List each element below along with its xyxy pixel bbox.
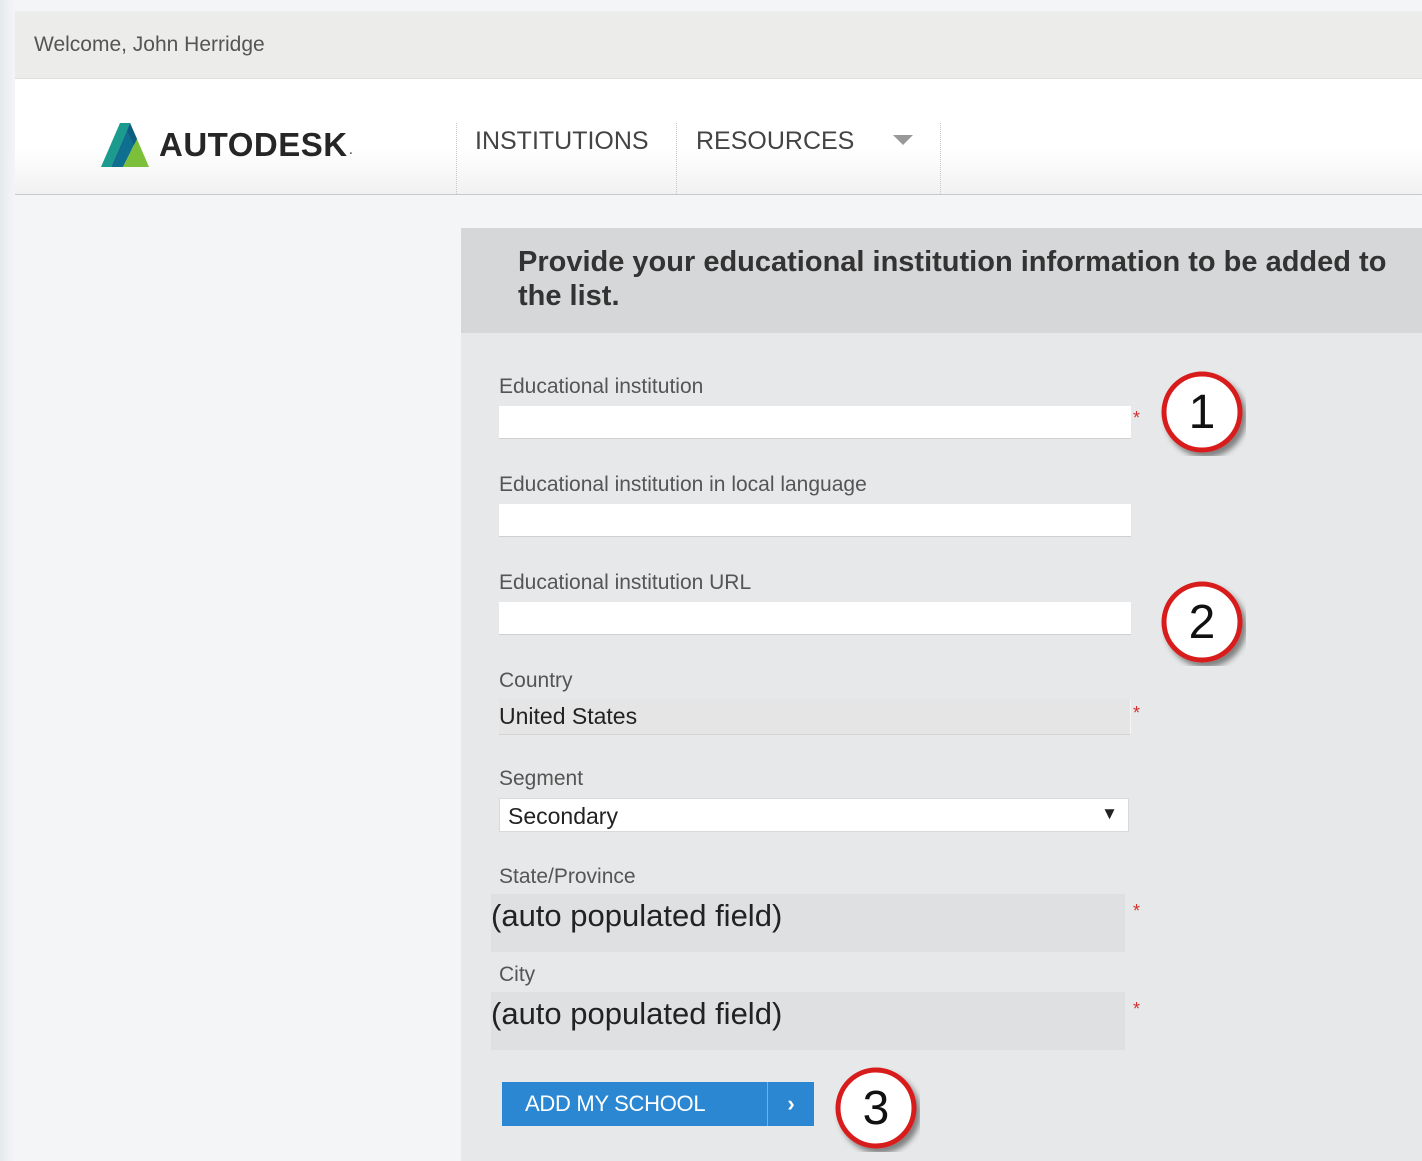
city-field: (auto populated field) bbox=[491, 992, 1125, 1050]
local-name-input[interactable] bbox=[499, 504, 1131, 537]
autodesk-logo-icon bbox=[101, 123, 149, 167]
welcome-bar: Welcome, John Herridge bbox=[15, 11, 1422, 79]
brand-name: AUTODESK bbox=[159, 126, 348, 163]
city-label: City bbox=[499, 963, 536, 986]
country-field[interactable]: United States bbox=[499, 699, 1131, 735]
local-name-label: Educational institution in local languag… bbox=[499, 473, 867, 496]
nav-separator bbox=[676, 123, 677, 194]
url-label: Educational institution URL bbox=[499, 571, 752, 594]
callout-3-number: 3 bbox=[863, 1082, 890, 1135]
country-label: Country bbox=[499, 669, 573, 692]
autodesk-logo[interactable]: AUTODESK . bbox=[101, 123, 353, 167]
required-marker: * bbox=[1133, 408, 1141, 428]
state-field: (auto populated field) bbox=[491, 894, 1125, 952]
nav-item-institutions[interactable]: INSTITUTIONS bbox=[475, 127, 649, 156]
callout-1-number: 1 bbox=[1189, 386, 1216, 439]
segment-select[interactable]: Secondary ▼ bbox=[499, 798, 1129, 832]
site-header: AUTODESK . INSTITUTIONS RESOURCES bbox=[15, 79, 1422, 195]
add-my-school-label: ADD MY SCHOOL bbox=[525, 1091, 706, 1116]
callout-2-number: 2 bbox=[1189, 596, 1216, 649]
nav-separator bbox=[940, 123, 941, 194]
form-header: Provide your educational institution inf… bbox=[461, 228, 1422, 333]
institution-label: Educational institution bbox=[499, 375, 704, 398]
welcome-text: Welcome, John Herridge bbox=[34, 33, 265, 56]
chevron-right-icon: › bbox=[787, 1091, 795, 1116]
segment-label: Segment bbox=[499, 767, 584, 790]
country-value: United States bbox=[499, 703, 638, 729]
nav-separator bbox=[456, 123, 457, 194]
brand-dot: . bbox=[348, 141, 354, 158]
url-input[interactable] bbox=[499, 602, 1131, 635]
page-left-edge bbox=[0, 0, 15, 1161]
state-value: (auto populated field) bbox=[491, 898, 783, 933]
dropdown-arrow-icon: ▼ bbox=[1101, 804, 1118, 823]
callout-2: 2 bbox=[1158, 578, 1246, 666]
callout-1: 1 bbox=[1158, 368, 1246, 456]
caret-down-icon[interactable] bbox=[893, 135, 913, 145]
callout-3: 3 bbox=[832, 1064, 920, 1152]
required-marker: * bbox=[1133, 703, 1141, 723]
institution-input[interactable] bbox=[499, 406, 1131, 439]
city-value: (auto populated field) bbox=[491, 996, 783, 1031]
segment-value: Secondary bbox=[508, 803, 618, 829]
required-marker: * bbox=[1133, 901, 1141, 921]
nav-item-resources[interactable]: RESOURCES bbox=[696, 127, 854, 156]
add-institution-form: Provide your educational institution inf… bbox=[461, 228, 1422, 1161]
state-label: State/Province bbox=[499, 865, 636, 888]
add-my-school-button[interactable]: ADD MY SCHOOL › bbox=[502, 1082, 814, 1126]
form-title: Provide your educational institution inf… bbox=[518, 246, 1387, 312]
required-marker: * bbox=[1133, 999, 1141, 1019]
